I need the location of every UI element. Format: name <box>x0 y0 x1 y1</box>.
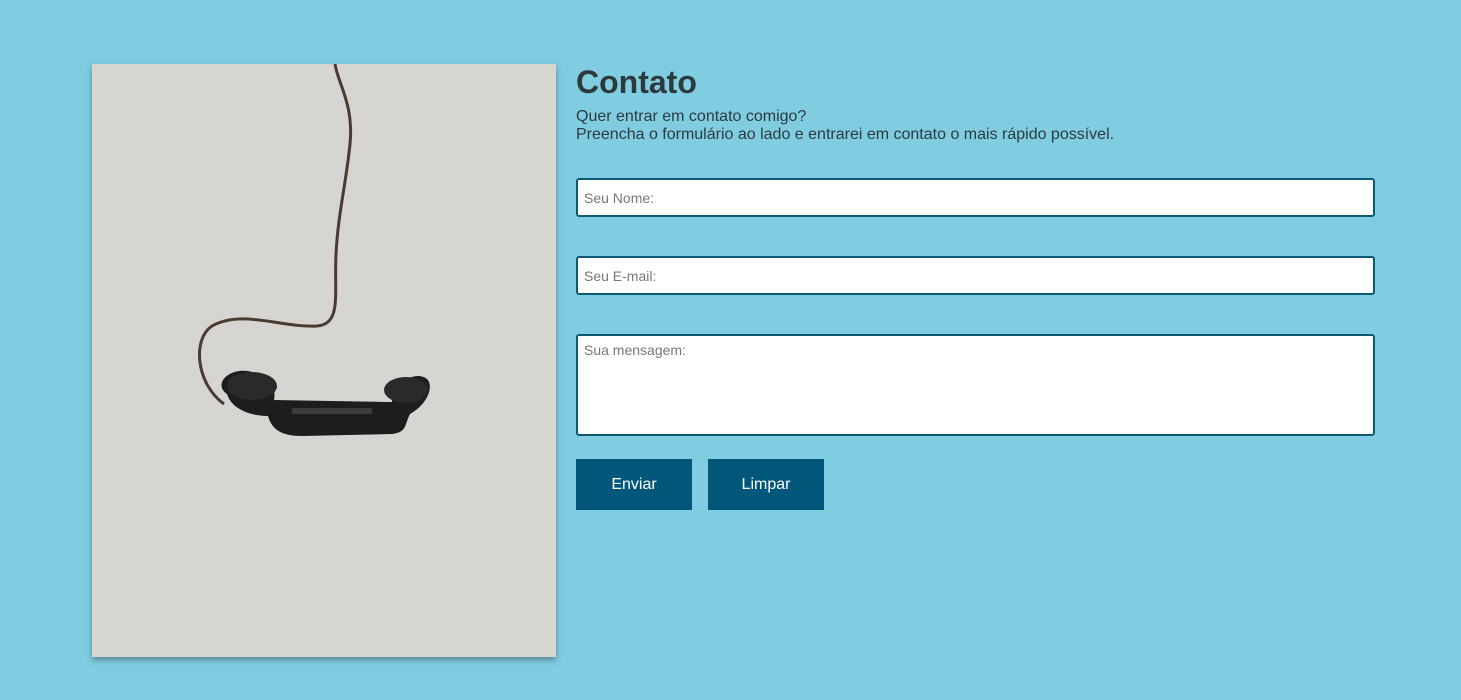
email-input[interactable] <box>576 256 1375 295</box>
telephone-photo <box>92 64 556 657</box>
submit-button[interactable]: Enviar <box>576 459 692 510</box>
intro-line-2: Preencha o formulário ao lado e entrarei… <box>576 126 1115 143</box>
form-buttons: Enviar Limpar <box>576 459 1375 510</box>
contact-form: Enviar Limpar <box>576 178 1375 510</box>
page-title: Contato <box>576 64 697 100</box>
contact-section: Contato Quer entrar em contato comigo? P… <box>576 64 1375 510</box>
telephone-handset-image <box>92 64 556 657</box>
message-textarea[interactable] <box>576 334 1375 436</box>
intro-line-1: Quer entrar em contato comigo? <box>576 108 807 125</box>
name-input[interactable] <box>576 178 1375 217</box>
reset-button[interactable]: Limpar <box>708 459 824 510</box>
